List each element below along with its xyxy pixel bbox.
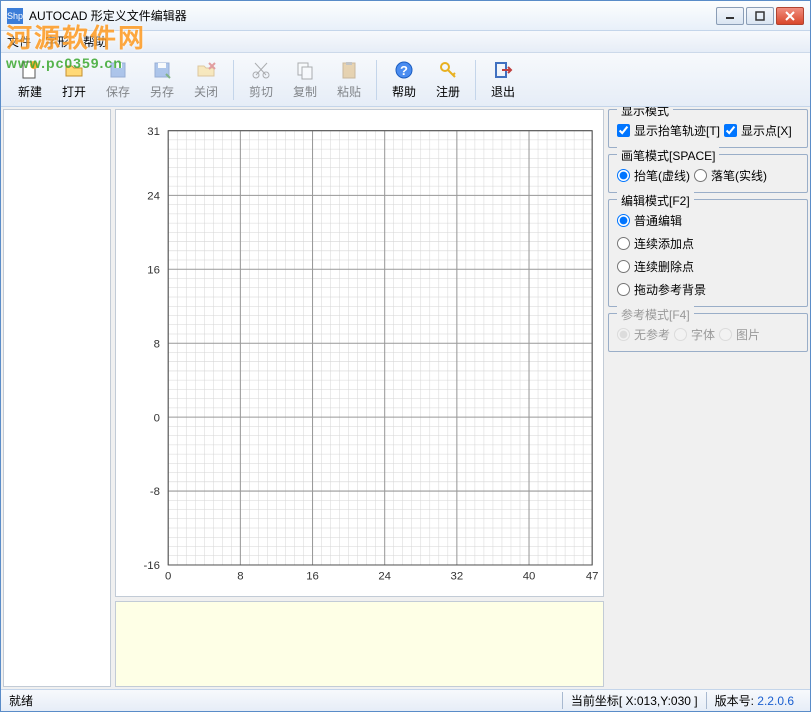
center-column: 0 8 16 24 32 40 47 -16 -8 0 8 16 24 31 (115, 109, 604, 687)
toolbar-separator (376, 60, 377, 100)
ref-font-radio: 字体 (674, 326, 715, 343)
edit-mode-group: 编辑模式[F2] 普通编辑 连续添加点 连续删除点 拖动参考背景 (608, 199, 808, 307)
status-ready: 就绪 (9, 692, 562, 709)
window-title: AUTOCAD 形定义文件编辑器 (29, 7, 716, 24)
help-icon: ? (393, 59, 415, 81)
statusbar: 就绪 当前坐标[ X:013,Y:030 ] 版本号: 2.2.0.6 (1, 689, 810, 711)
ref-none-radio: 无参考 (617, 326, 670, 343)
main-area: 0 8 16 24 32 40 47 -16 -8 0 8 16 24 31 显示模式 显示抬笔轨迹[T]… (1, 107, 810, 689)
options-panel: 显示模式 显示抬笔轨迹[T] 显示点[X] 画笔模式[SPACE] 抬笔(虚线)… (608, 109, 808, 687)
edit-addpoint-radio[interactable]: 连续添加点 (617, 235, 694, 252)
key-icon (437, 59, 459, 81)
svg-text:40: 40 (523, 570, 536, 582)
exit-icon (492, 59, 514, 81)
close-file-button: 关闭 (185, 57, 227, 103)
pen-mode-group: 画笔模式[SPACE] 抬笔(虚线) 落笔(实线) (608, 154, 808, 193)
grid-plot: 0 8 16 24 32 40 47 -16 -8 0 8 16 24 31 (116, 110, 603, 596)
ref-image-radio: 图片 (719, 326, 760, 343)
menubar: 文件 字形 帮助 (1, 31, 810, 53)
svg-text:24: 24 (147, 190, 160, 202)
paste-icon (338, 59, 360, 81)
svg-text:0: 0 (154, 412, 160, 424)
edit-normal-radio[interactable]: 普通编辑 (617, 212, 682, 229)
show-trace-checkbox[interactable]: 显示抬笔轨迹[T] (617, 122, 720, 139)
edit-delpoint-radio[interactable]: 连续删除点 (617, 258, 694, 275)
app-icon: Shp (7, 8, 23, 24)
svg-text:8: 8 (154, 338, 160, 350)
cut-button: 剪切 (240, 57, 282, 103)
toolbar-separator (475, 60, 476, 100)
maximize-button[interactable] (746, 7, 774, 25)
saveas-button: 另存 (141, 57, 183, 103)
pen-up-radio[interactable]: 抬笔(虚线) (617, 167, 690, 184)
app-window: Shp AUTOCAD 形定义文件编辑器 文件 字形 帮助 新建 打开 保存 另… (0, 0, 811, 712)
shape-list-sidebar[interactable] (3, 109, 111, 687)
status-coord: 当前坐标[ X:013,Y:030 ] (562, 692, 706, 709)
close-button[interactable] (776, 7, 804, 25)
pen-down-radio[interactable]: 落笔(实线) (694, 167, 767, 184)
svg-text:31: 31 (147, 126, 160, 138)
svg-text:47: 47 (586, 570, 599, 582)
open-button[interactable]: 打开 (53, 57, 95, 103)
titlebar: Shp AUTOCAD 形定义文件编辑器 (1, 1, 810, 31)
exit-button[interactable]: 退出 (482, 57, 524, 103)
svg-text:24: 24 (378, 570, 391, 582)
svg-text:-8: -8 (150, 486, 160, 498)
toolbar-separator (233, 60, 234, 100)
open-folder-icon (63, 59, 85, 81)
display-mode-group: 显示模式 显示抬笔轨迹[T] 显示点[X] (608, 109, 808, 148)
grid-canvas[interactable]: 0 8 16 24 32 40 47 -16 -8 0 8 16 24 31 (115, 109, 604, 597)
menu-shape[interactable]: 字形 (45, 33, 69, 50)
svg-text:16: 16 (147, 264, 160, 276)
help-button[interactable]: ? 帮助 (383, 57, 425, 103)
status-version: 版本号: 2.2.0.6 (706, 692, 802, 709)
save-icon (107, 59, 129, 81)
edit-dragbg-radio[interactable]: 拖动参考背景 (617, 281, 706, 298)
svg-text:?: ? (400, 63, 408, 78)
svg-text:16: 16 (306, 570, 319, 582)
minimize-button[interactable] (716, 7, 744, 25)
reference-mode-group: 参考模式[F4] 无参考 字体 图片 (608, 313, 808, 352)
svg-text:32: 32 (451, 570, 464, 582)
svg-text:-16: -16 (144, 560, 160, 572)
copy-icon (294, 59, 316, 81)
save-button: 保存 (97, 57, 139, 103)
scissors-icon (250, 59, 272, 81)
window-controls (716, 7, 804, 25)
menu-file[interactable]: 文件 (7, 33, 31, 50)
log-panel[interactable] (115, 601, 604, 687)
paste-button: 粘贴 (328, 57, 370, 103)
new-file-icon (19, 59, 41, 81)
copy-button: 复制 (284, 57, 326, 103)
show-points-checkbox[interactable]: 显示点[X] (724, 122, 792, 139)
new-button[interactable]: 新建 (9, 57, 51, 103)
svg-text:0: 0 (165, 570, 171, 582)
svg-text:8: 8 (237, 570, 243, 582)
toolbar: 新建 打开 保存 另存 关闭 剪切 复制 粘贴 (1, 53, 810, 107)
register-button[interactable]: 注册 (427, 57, 469, 103)
close-file-icon (195, 59, 217, 81)
menu-help[interactable]: 帮助 (83, 33, 107, 50)
saveas-icon (151, 59, 173, 81)
